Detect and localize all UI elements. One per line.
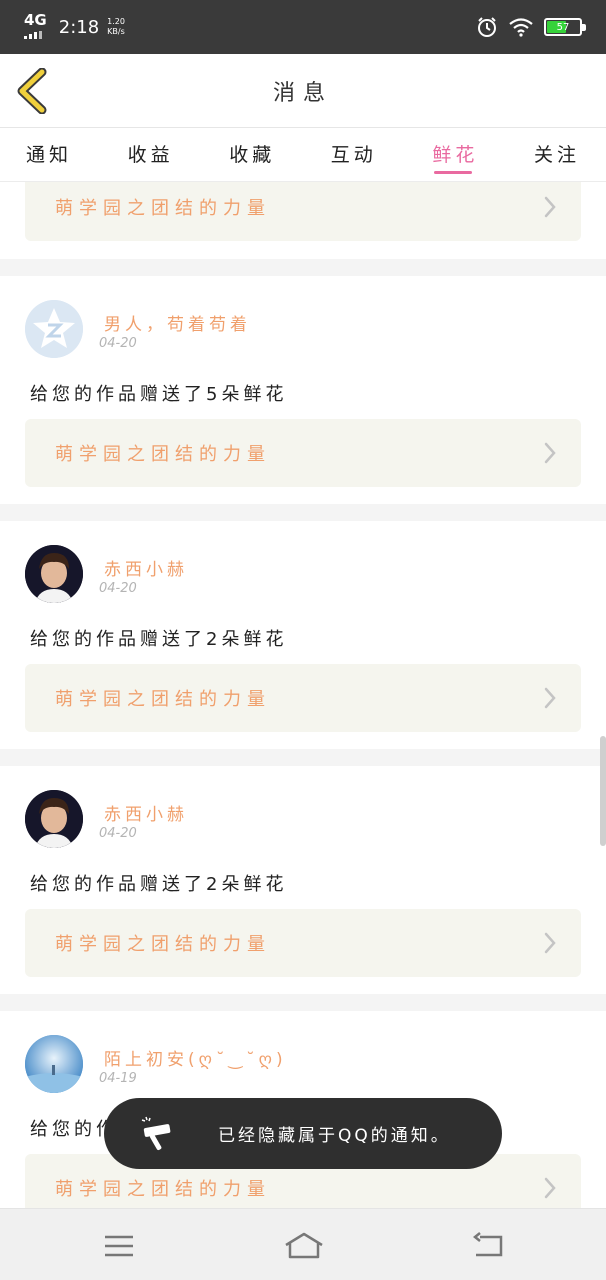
list-item: 萌学园之团结的力量 [0, 182, 606, 259]
menu-icon [105, 1235, 133, 1257]
chevron-left-icon [17, 67, 47, 115]
date: 04-20 [99, 336, 137, 351]
avatar[interactable] [25, 1035, 83, 1093]
toast-notification: 已经隐藏属于QQ的通知。 [104, 1098, 502, 1169]
user-name[interactable]: 赤西小赫 [104, 800, 188, 825]
chevron-right-icon [544, 687, 556, 709]
header: 消息 [0, 54, 606, 128]
chevron-right-icon [544, 196, 556, 218]
broom-icon [141, 1116, 171, 1150]
alarm-icon [478, 17, 496, 37]
battery-icon: 57 [544, 18, 586, 36]
home-icon [285, 1232, 323, 1259]
tab-flowers[interactable]: 鲜花 [432, 128, 478, 182]
user-name[interactable]: 陌上初安(ღ˘‿˘ღ) [104, 1045, 287, 1070]
chevron-right-icon [544, 1177, 556, 1199]
menu-button[interactable] [102, 1231, 136, 1261]
work-link[interactable]: 萌学园之团结的力量 [25, 419, 581, 487]
tab-label: 鲜花 [432, 144, 479, 166]
work-title: 萌学园之团结的力量 [55, 934, 271, 955]
avatar[interactable] [25, 300, 83, 358]
tab-label: 收藏 [229, 144, 276, 166]
user-photo-icon [25, 1035, 83, 1093]
tab-interactions[interactable]: 互动 [331, 128, 377, 182]
user-name[interactable]: 赤西小赫 [104, 555, 188, 580]
toast-message: 已经隐藏属于QQ的通知。 [218, 1126, 451, 1146]
work-link[interactable]: 萌学园之团结的力量 [25, 664, 581, 732]
tab-label: 关注 [533, 144, 580, 166]
work-title: 萌学园之团结的力量 [55, 444, 271, 465]
speed-unit: KB/s [107, 27, 125, 36]
tab-label: 通知 [26, 144, 73, 166]
tab-earnings[interactable]: 收益 [128, 128, 174, 182]
message-text: 给您的作品赠送了2朵鲜花 [30, 629, 288, 650]
tab-following[interactable]: 关注 [534, 128, 580, 182]
back-button[interactable] [14, 67, 54, 115]
list-item: 赤西小赫 04-20 给您的作品赠送了2朵鲜花 萌学园之团结的力量 [0, 521, 606, 749]
network-type: 4G [24, 11, 47, 29]
back-nav-button[interactable] [470, 1231, 504, 1261]
clock: 2:18 [58, 16, 100, 38]
active-tab-indicator [434, 171, 473, 174]
work-link[interactable]: 萌学园之团结的力量 [25, 909, 581, 977]
tab-label: 收益 [127, 144, 174, 166]
date: 04-19 [99, 1071, 137, 1086]
tab-label: 互动 [330, 144, 377, 166]
user-photo-icon [25, 545, 83, 603]
network-speed: 1.20 KB/s [107, 17, 125, 37]
status-bar: 4G 2:18 1.20 KB/s 57 [0, 0, 606, 54]
user-photo-icon [25, 790, 83, 848]
wifi-icon [509, 18, 533, 37]
date: 04-20 [99, 826, 137, 841]
list-item: 男人，苟着苟着 04-20 给您的作品赠送了5朵鲜花 萌学园之团结的力量 [0, 276, 606, 504]
message-text: 给您的作品赠送了2朵鲜花 [30, 874, 288, 895]
tab-favorites[interactable]: 收藏 [229, 128, 275, 182]
tab-bar: 通知 收益 收藏 互动 鲜花 关注 [0, 128, 606, 182]
network-indicator: 4G [24, 13, 47, 41]
signal-icon [24, 31, 42, 39]
user-name[interactable]: 男人，苟着苟着 [104, 310, 251, 335]
list-item: 赤西小赫 04-20 给您的作品赠送了2朵鲜花 萌学园之团结的力量 [0, 766, 606, 994]
system-nav-bar [0, 1208, 606, 1280]
date: 04-20 [99, 581, 137, 596]
avatar[interactable] [25, 790, 83, 848]
work-link[interactable]: 萌学园之团结的力量 [25, 182, 581, 241]
scrollbar[interactable] [600, 736, 606, 846]
tab-notifications[interactable]: 通知 [26, 128, 72, 182]
page-title: 消息 [272, 80, 333, 106]
home-button[interactable] [284, 1231, 324, 1261]
qq-star-icon [25, 300, 83, 358]
avatar[interactable] [25, 545, 83, 603]
message-text: 给您的作品赠送了5朵鲜花 [30, 384, 288, 405]
work-title: 萌学园之团结的力量 [55, 1179, 271, 1200]
battery-level: 57 [556, 21, 570, 33]
back-icon [472, 1232, 503, 1257]
chevron-right-icon [544, 442, 556, 464]
speed-value: 1.20 [107, 17, 125, 26]
work-title: 萌学园之团结的力量 [55, 689, 271, 710]
chevron-right-icon [544, 932, 556, 954]
message-list[interactable]: 萌学园之团结的力量 男人，苟着苟着 04-20 给您的作品赠送了5朵鲜花 萌学园… [0, 182, 606, 1208]
work-title: 萌学园之团结的力量 [55, 198, 271, 219]
